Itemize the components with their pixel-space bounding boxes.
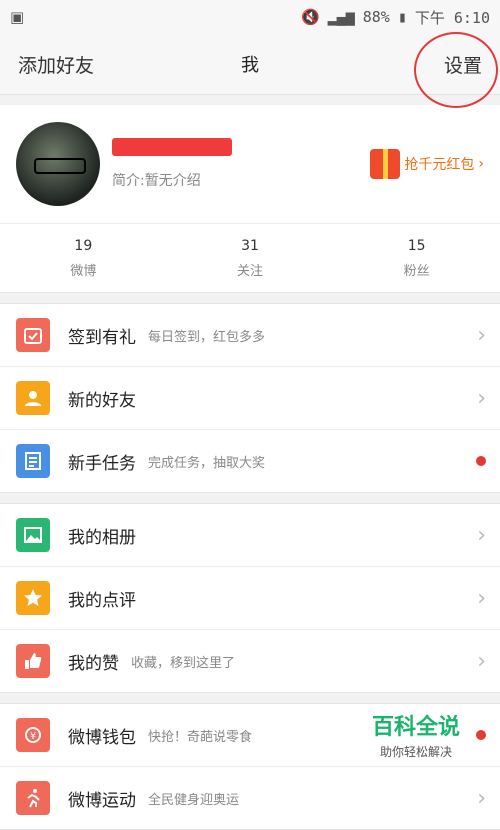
battery-percent: 88% <box>362 8 390 26</box>
stat-label: 粉丝 <box>403 263 430 279</box>
battery-icon: ▮ <box>397 8 407 26</box>
settings-button[interactable]: 设置 <box>444 51 482 78</box>
status-bar: ▣ 🔇 ▂▄▆ 88% ▮ 下午 6:10 <box>0 0 500 34</box>
chevron-right-icon: › <box>477 322 486 348</box>
chevron-right-icon: › <box>477 648 486 674</box>
chevron-right-icon: › <box>477 585 486 611</box>
menu-item-newbie-tasks[interactable]: 新手任务 完成任务，抽取大奖 <box>0 430 500 492</box>
stat-label: 关注 <box>237 263 264 279</box>
user-icon <box>16 381 50 415</box>
stat-followers[interactable]: 15 粉丝 <box>333 224 500 292</box>
top-nav-bar: 添加好友 我 设置 <box>0 32 500 108</box>
notification-dot <box>476 730 486 740</box>
menu-item-my-album[interactable]: 我的相册 › <box>0 504 500 567</box>
menu-item-title: 我的赞 <box>68 653 119 674</box>
menu-section-2: 我的相册 › 我的点评 › 我的赞 收藏，移到这里了 › <box>0 503 500 693</box>
clock: 下午 6:10 <box>414 8 490 27</box>
add-friend-button[interactable]: 添加好友 <box>18 51 94 78</box>
menu-section-1: 签到有礼 每日签到，红包多多 › 新的好友 › 新手任务 完成任务，抽取大奖 <box>0 303 500 493</box>
stats-row: 19 微博 31 关注 15 粉丝 <box>0 224 500 293</box>
signal-icon: ▂▄▆ <box>327 8 355 26</box>
avatar[interactable] <box>16 122 100 206</box>
menu-item-title: 我的相册 <box>68 527 136 548</box>
menu-item-title: 新手任务 <box>68 453 136 474</box>
redacted-username <box>112 138 232 156</box>
menu-item-subtitle: 完成任务，抽取大奖 <box>148 455 266 471</box>
chevron-right-icon: › <box>478 156 484 172</box>
photo-icon <box>16 518 50 552</box>
menu-item-subtitle: 每日签到，红包多多 <box>148 329 266 345</box>
stat-weibo[interactable]: 19 微博 <box>0 224 167 292</box>
menu-item-wallet[interactable]: ¥ 微博钱包 快抢！奇葩说零食 <box>0 704 500 767</box>
red-packet-label: 抢千元红包 <box>404 157 475 173</box>
red-packet-promo[interactable]: 抢千元红包 › <box>370 149 484 179</box>
thumbs-up-icon <box>16 644 50 678</box>
menu-section-3: ¥ 微博钱包 快抢！奇葩说零食 微博运动 全民健身迎奥运 › <box>0 703 500 830</box>
menu-item-my-likes[interactable]: 我的赞 收藏，移到这里了 › <box>0 630 500 692</box>
calendar-icon <box>16 318 50 352</box>
profile-bio: 简介:暂无介绍 <box>112 173 201 189</box>
gift-icon <box>370 149 401 179</box>
run-icon <box>16 781 50 815</box>
menu-item-title: 我的点评 <box>68 590 136 611</box>
stat-number: 19 <box>74 237 93 254</box>
menu-item-title: 微博钱包 <box>68 727 136 748</box>
profile-card[interactable]: 简介:暂无介绍 抢千元红包 › <box>0 105 500 224</box>
chevron-right-icon: › <box>477 785 486 811</box>
menu-item-checkin[interactable]: 签到有礼 每日签到，红包多多 › <box>0 304 500 367</box>
menu-item-title: 签到有礼 <box>68 327 136 348</box>
menu-item-subtitle: 收藏，移到这里了 <box>131 655 236 671</box>
stat-label: 微博 <box>70 263 97 279</box>
wallet-icon: ¥ <box>16 718 50 752</box>
chevron-right-icon: › <box>477 522 486 548</box>
task-icon <box>16 444 50 478</box>
menu-item-subtitle: 全民健身迎奥运 <box>148 792 240 808</box>
menu-item-title: 微博运动 <box>68 790 136 811</box>
chevron-right-icon: › <box>477 385 486 411</box>
notification-dot <box>476 456 486 466</box>
mute-icon: 🔇 <box>300 8 320 26</box>
svg-text:¥: ¥ <box>30 731 36 742</box>
menu-item-title: 新的好友 <box>68 390 136 411</box>
gallery-notification-icon: ▣ <box>10 8 25 26</box>
stat-number: 31 <box>241 237 259 254</box>
stat-number: 15 <box>407 237 426 254</box>
page-title: 我 <box>241 55 259 76</box>
stat-following[interactable]: 31 关注 <box>167 224 334 292</box>
menu-item-new-friends[interactable]: 新的好友 › <box>0 367 500 430</box>
menu-item-subtitle: 快抢！奇葩说零食 <box>148 729 253 745</box>
menu-item-my-reviews[interactable]: 我的点评 › <box>0 567 500 630</box>
menu-item-sport[interactable]: 微博运动 全民健身迎奥运 › <box>0 767 500 829</box>
star-icon <box>16 581 50 615</box>
